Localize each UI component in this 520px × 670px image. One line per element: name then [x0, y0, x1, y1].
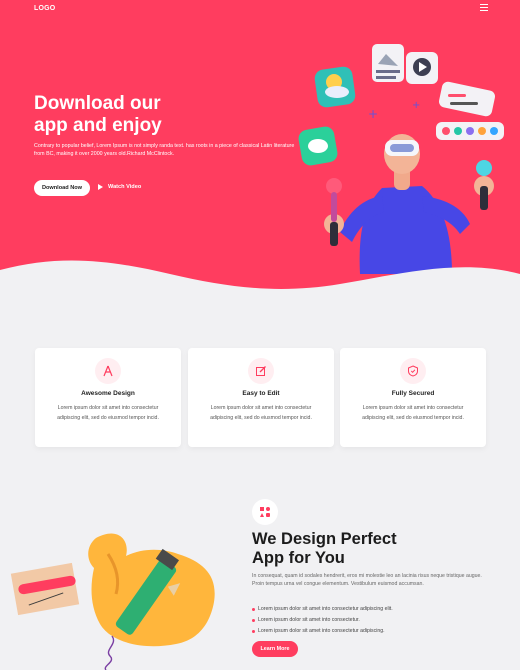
- feature-text: Lorem ipsum dolor sit amet into consecte…: [210, 405, 312, 421]
- bullet-text: Lorem ipsum dolor sit amet into consecte…: [258, 606, 393, 612]
- hero-title: Download our app and enjoy: [34, 93, 254, 137]
- edit-icon: [248, 358, 274, 384]
- bullet-dot-icon: [252, 630, 255, 633]
- feature-text: Lorem ipsum dolor sit amet into consecte…: [57, 405, 159, 421]
- list-item: Lorem ipsum dolor sit amet into consecte…: [252, 604, 393, 615]
- watch-video-label: Watch Video: [108, 184, 142, 190]
- feature-title: Easy to Edit: [242, 390, 280, 397]
- about-title-line1: We Design Perfect: [252, 530, 397, 548]
- shield-icon: [400, 358, 426, 384]
- slider-widget-icon: [439, 81, 495, 117]
- feature-card-easy-to-edit: Easy to Edit Lorem ipsum dolor sit amet …: [188, 348, 334, 447]
- logo[interactable]: LOGO: [34, 5, 55, 12]
- play-icon: [98, 184, 103, 190]
- gallery-app-icon: [372, 44, 404, 82]
- hero-wave-divider: [0, 260, 520, 300]
- about-title-line2: App for You: [252, 549, 345, 567]
- svg-text:+: +: [368, 107, 378, 121]
- about-title: We Design Perfect App for You: [252, 530, 492, 568]
- svg-text:+: +: [412, 100, 420, 111]
- bullet-dot-icon: [252, 608, 255, 611]
- color-palette-icon: [436, 122, 504, 140]
- hamburger-menu-icon[interactable]: [480, 4, 488, 12]
- about-bullet-list: Lorem ipsum dolor sit amet into consecte…: [252, 604, 393, 637]
- compass-design-icon: [95, 358, 121, 384]
- weather-app-icon: [314, 66, 356, 108]
- feature-text: Lorem ipsum dolor sit amet into consecte…: [362, 405, 464, 421]
- about-description: In consequat, quam id sodales hendrerit,…: [252, 573, 482, 587]
- hero-title-line1: Download our: [34, 93, 161, 114]
- hand-pencil-illustration: [10, 533, 215, 670]
- video-app-icon: [406, 52, 438, 84]
- chat-app-icon: [298, 126, 338, 166]
- bullet-text: Lorem ipsum dolor sit amet into consecte…: [258, 628, 385, 634]
- hero-title-line2: app and enjoy: [34, 115, 162, 136]
- design-tools-icon: [252, 499, 278, 525]
- bullet-dot-icon: [252, 619, 255, 622]
- feature-card-fully-secured: Fully Secured Lorem ipsum dolor sit amet…: [340, 348, 486, 447]
- watch-video-button[interactable]: Watch Video: [98, 184, 141, 190]
- hero-section: LOGO Download our app and enjoy Contrary…: [0, 0, 520, 300]
- list-item: Lorem ipsum dolor sit amet into consecte…: [252, 615, 393, 626]
- list-item: Lorem ipsum dolor sit amet into consecte…: [252, 626, 393, 637]
- feature-card-awesome-design: Awesome Design Lorem ipsum dolor sit ame…: [35, 348, 181, 447]
- hero-description: Contrary to popular belief, Lorem Ipsum …: [34, 143, 295, 157]
- download-now-button[interactable]: Download Now: [34, 180, 90, 196]
- feature-title: Fully Secured: [391, 390, 435, 397]
- bullet-text: Lorem ipsum dolor sit amet into consecte…: [258, 617, 360, 623]
- feature-title: Awesome Design: [81, 390, 135, 397]
- learn-more-button[interactable]: Learn More: [252, 641, 298, 657]
